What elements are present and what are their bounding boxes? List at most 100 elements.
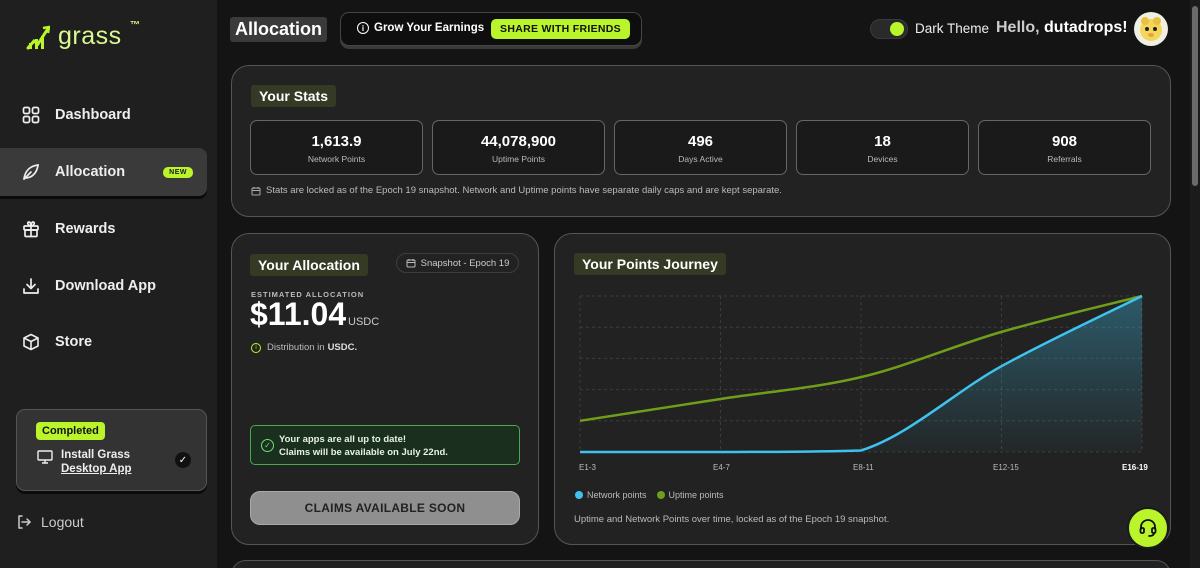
new-badge: NEW: [163, 167, 193, 178]
x-tick-label: E16-19: [1122, 463, 1148, 472]
stat-value: 496: [687, 133, 714, 150]
update-line-2: Claims will be available on July 22nd.: [279, 447, 448, 458]
logout-button[interactable]: Logout: [16, 514, 84, 530]
x-tick-label: E4-7: [713, 463, 730, 472]
legend-dot: [575, 491, 583, 499]
logout-label: Logout: [41, 514, 84, 530]
promo-label: i Grow Your Earnings: [357, 22, 484, 34]
stats-note: Stats are locked as of the Epoch 19 snap…: [251, 185, 782, 196]
sidebar-item-download-app[interactable]: Download App: [0, 262, 207, 310]
stat-label: Network Points: [307, 154, 366, 164]
stat-label: Uptime Points: [492, 154, 545, 164]
estimated-allocation-value: $11.04: [250, 296, 347, 332]
stats-title: Your Stats: [251, 85, 336, 107]
info-icon: i: [251, 342, 261, 353]
dark-theme-toggle[interactable]: [870, 19, 908, 39]
dark-theme-label: Dark Theme: [915, 21, 990, 36]
x-tick-label: E8-11: [853, 463, 874, 472]
headset-icon: [1139, 519, 1157, 537]
stat-value: 1,613.9: [311, 133, 362, 150]
toggle-knob: [890, 22, 904, 36]
sidebar-item-dashboard[interactable]: Dashboard: [0, 91, 207, 139]
legend-uptime: Uptime points: [656, 490, 724, 500]
snapshot-badge: Snapshot - Epoch 19: [396, 253, 519, 273]
update-text: Your apps are all up to date! Claims wil…: [279, 433, 448, 459]
stat-value: 908: [1051, 133, 1078, 150]
download-icon: [23, 278, 39, 294]
legend-label: Uptime points: [668, 490, 724, 500]
grid-icon: [22, 106, 40, 124]
greeting-text: Hello,: [996, 19, 1040, 36]
stats-note-text: Stats are locked as of the Epoch 19 snap…: [266, 185, 782, 196]
promo-text: Grow Your Earnings: [374, 22, 485, 34]
cube-icon: [23, 333, 39, 351]
sidebar-item-label: Dashboard: [55, 107, 131, 123]
username: dutadrops!: [1044, 19, 1128, 36]
sidebar-item-store[interactable]: Store: [0, 318, 207, 366]
avatar[interactable]: [1134, 12, 1168, 46]
distribution-prefix: Distribution in: [267, 342, 325, 353]
install-desktop-card[interactable]: Completed Install Grass Desktop App ✓: [16, 409, 207, 491]
share-with-friends-button[interactable]: SHARE WITH FRIENDS: [491, 19, 630, 39]
points-journey-title: Your Points Journey: [574, 253, 726, 275]
install-title: Install Grass: [61, 449, 131, 461]
claims-button[interactable]: CLAIMS AVAILABLE SOON: [250, 491, 520, 525]
stat-uptime-points: 44,078,900 Uptime Points: [432, 120, 605, 175]
sidebar-item-label: Store: [55, 334, 93, 350]
chart-caption: Uptime and Network Points over time, loc…: [574, 514, 890, 525]
install-text: Install Grass Desktop App: [61, 448, 132, 476]
sidebar-item-label: Allocation: [55, 164, 126, 180]
completed-badge: Completed: [36, 422, 105, 440]
next-section-card: [231, 560, 1171, 568]
legend-dot: [656, 491, 665, 499]
allocation-unit: USDC: [348, 316, 380, 328]
check-circle-icon: ✓: [261, 439, 274, 452]
stat-referrals: 908 Referrals: [978, 120, 1151, 175]
x-tick-label: E1-3: [579, 463, 596, 472]
install-desktop-link[interactable]: Desktop App: [61, 462, 132, 476]
stat-label: Days Active: [678, 154, 723, 164]
apps-up-to-date-notice: ✓ Your apps are all up to date! Claims w…: [250, 425, 520, 465]
page-scrollbar[interactable]: [1190, 0, 1200, 568]
info-icon: i: [357, 22, 369, 34]
chart-legend: Network points Uptime points: [575, 490, 724, 500]
stat-days-active: 496 Days Active: [614, 120, 787, 175]
distribution-currency: USDC.: [327, 342, 358, 353]
points-journey-chart: [579, 294, 1143, 454]
page-title: Allocation: [230, 17, 328, 42]
grass-logo[interactable]: grass ™: [26, 20, 140, 51]
brand-tm: ™: [130, 20, 140, 31]
distribution-note: i Distribution in USDC.: [251, 342, 357, 353]
greeting: Hello, dutadrops!: [996, 19, 1128, 37]
avatar-image: [1140, 17, 1162, 41]
stat-value: 44,078,900: [480, 133, 557, 150]
stat-label: Devices: [867, 154, 898, 164]
leaf-icon: [23, 164, 39, 180]
x-tick-label: E12-15: [993, 463, 1019, 472]
gift-icon: [23, 221, 39, 238]
stat-value: 18: [874, 133, 891, 150]
sidebar: grass ™ Dashboard Allocation NEW Rewards…: [0, 0, 217, 568]
calendar-icon: [406, 259, 416, 268]
calendar-icon: [251, 186, 261, 195]
allocation-title: Your Allocation: [250, 254, 368, 276]
grass-logo-icon: [26, 25, 50, 49]
sidebar-item-rewards[interactable]: Rewards: [0, 205, 207, 253]
check-icon: ✓: [175, 452, 191, 468]
update-line-1: Your apps are all up to date!: [279, 434, 407, 445]
brand-name: grass: [58, 22, 122, 50]
support-button[interactable]: [1127, 507, 1169, 549]
stat-devices: 18 Devices: [796, 120, 969, 175]
logout-icon: [18, 515, 31, 529]
legend-network: Network points: [575, 490, 647, 500]
stat-network-points: 1,613.9 Network Points: [250, 120, 423, 175]
monitor-icon: [37, 450, 53, 464]
stat-label: Referrals: [1047, 154, 1082, 164]
sidebar-item-label: Download App: [55, 278, 156, 294]
snapshot-text: Snapshot - Epoch 19: [420, 257, 510, 269]
scrollbar-thumb[interactable]: [1192, 6, 1198, 186]
legend-label: Network points: [587, 490, 647, 500]
sidebar-item-label: Rewards: [55, 221, 116, 237]
promo-bar: i Grow Your Earnings SHARE WITH FRIENDS: [340, 12, 642, 46]
sidebar-item-allocation[interactable]: Allocation NEW: [0, 148, 207, 196]
